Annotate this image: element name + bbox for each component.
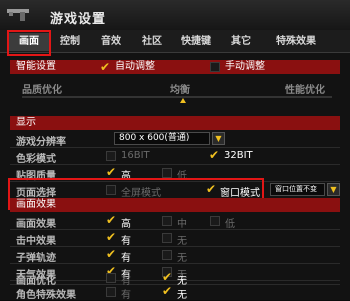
hit-effect-on-option[interactable]: 有 [121,232,131,247]
slider-right-label: 性能优化 [285,85,325,96]
tab-special-effects[interactable]: 特殊效果 [264,33,328,51]
window-title: 游戏设置 [50,12,107,27]
hit-effect-row: 击中效果 ✔ 有 无 [10,230,340,247]
check-icon: ✔ [162,284,173,298]
character-effect-off-option[interactable]: 无 [177,286,187,301]
title-bar: 游戏设置 [0,0,350,30]
effect-mid-option[interactable]: 中 [177,215,187,230]
effect-mid-checkbox[interactable] [162,216,172,226]
color-32-option[interactable]: 32BIT [224,150,253,161]
optimize-on-checkbox[interactable] [106,273,116,283]
slider-mid-label: 均衡 [170,85,190,96]
gun-icon [7,9,29,21]
resolution-select[interactable]: 800 x 600(普通) [114,132,210,145]
character-effect-on-checkbox[interactable] [106,287,116,297]
chevron-down-icon[interactable]: ▼ [327,183,340,196]
color-16-option[interactable]: 16BIT [121,150,150,161]
window-position-select[interactable]: 窗口位置不变 [270,183,325,196]
tab-highlight-box [7,30,51,56]
bullet-trail-off-option[interactable]: 无 [177,249,187,264]
hit-effect-label: 击中效果 [16,236,56,247]
tab-sound[interactable]: 音效 [96,33,126,51]
bullet-trail-on-option[interactable]: 有 [121,249,131,264]
tab-hotkeys[interactable]: 快捷键 [175,33,217,51]
manual-adjust-option[interactable]: 手动调整 [225,60,265,74]
character-effect-label: 角色特殊效果 [16,290,76,301]
bullet-trail-row: 子弹轨迹 ✔ 有 无 [10,247,340,264]
texture-low-checkbox[interactable] [162,168,172,178]
character-effect-row: 角色特殊效果 有 ✔ 无 [10,284,340,301]
effect-high-option[interactable]: 高 [121,215,131,230]
resolution-row: 游戏分辨率 800 x 600(普通) ▼ [10,131,340,148]
optimize-row: 画面优化 有 ✔ 无 [10,270,340,287]
settings-window: 游戏设置 画面 控制 音效 社区 快捷键 其它 特殊效果 智能设置 ✔ 自动调整… [0,0,350,301]
auto-adjust-option[interactable]: 自动调整 [115,60,155,74]
bullet-trail-off-checkbox[interactable] [162,250,172,260]
slider-thumb-icon[interactable] [180,98,186,103]
preset-header: 智能设置 ✔ 自动调整 手动调整 [10,60,340,74]
preset-label: 智能设置 [16,61,56,72]
tab-other[interactable]: 其它 [226,33,256,51]
tab-bar: 画面 控制 音效 社区 快捷键 其它 特殊效果 [0,30,350,53]
effects-row: 画面效果 ✔ 高 中 低 [10,213,340,230]
slider-track [22,96,332,98]
effects-row-label: 画面效果 [16,219,56,230]
check-icon: ✔ [106,247,117,261]
tab-controls[interactable]: 控制 [55,33,85,51]
effects-header: 画面效果 [10,198,340,212]
quality-slider[interactable]: 品质优化 均衡 性能优化 [10,78,340,104]
check-icon: ✔ [100,60,111,74]
manual-adjust-checkbox[interactable] [210,62,220,72]
display-header: 显示 [10,116,340,130]
hit-effect-off-option[interactable]: 无 [177,232,187,247]
check-icon: ✔ [209,148,220,162]
character-effect-on-option[interactable]: 有 [121,286,131,301]
color-mode-row: 色彩模式 16BIT ✔ 32BIT [10,148,340,165]
hit-effect-off-checkbox[interactable] [162,233,172,243]
check-icon: ✔ [162,270,173,284]
effect-low-option[interactable]: 低 [225,215,235,230]
slider-left-label: 品质优化 [22,85,62,96]
bullet-trail-label: 子弹轨迹 [16,253,56,264]
check-icon: ✔ [106,165,117,179]
color-mode-label: 色彩模式 [16,154,56,165]
check-icon: ✔ [106,213,117,227]
effect-low-checkbox[interactable] [210,216,220,226]
chevron-down-icon[interactable]: ▼ [212,132,225,145]
tab-community[interactable]: 社区 [137,33,167,51]
color-16-checkbox[interactable] [106,151,116,161]
check-icon: ✔ [106,230,117,244]
resolution-label: 游戏分辨率 [16,137,66,148]
